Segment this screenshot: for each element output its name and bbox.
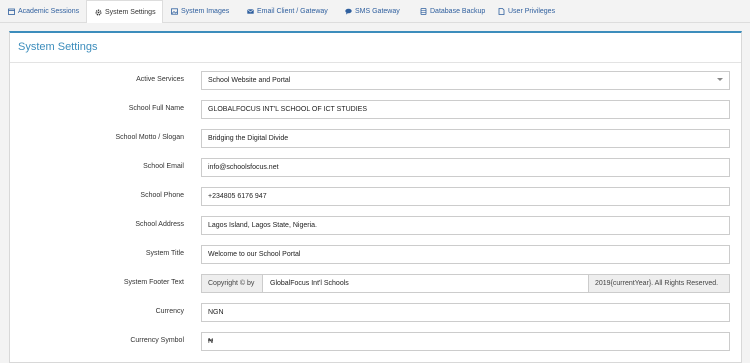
form-row-school-email: School Email info@schoolsfocus.net <box>10 158 741 179</box>
form-row-school-full-name: School Full Name GLOBALFOCUS INT'L SCHOO… <box>10 100 741 121</box>
school-motto-input[interactable]: Bridging the Digital Divide <box>201 129 730 148</box>
tab-user-privileges[interactable]: User Privileges <box>490 0 560 22</box>
form-row-school-phone: School Phone +234805 6176 947 <box>10 187 741 208</box>
settings-tab-bar: Academic Sessions System Settings System… <box>0 0 750 23</box>
gear-icon <box>95 9 102 16</box>
form-row-school-motto: School Motto / Slogan Bridging the Digit… <box>10 129 741 150</box>
school-full-name-label: School Full Name <box>128 105 184 112</box>
system-footer-label: System Footer Text <box>123 279 184 286</box>
tab-label: SMS Gateway <box>355 7 400 15</box>
system-title-label: System Title <box>145 250 184 257</box>
form-row-system-title: System Title Welcome to our School Porta… <box>10 245 741 266</box>
form-row-currency-symbol: Currency Symbol ₦ <box>10 332 741 353</box>
tab-database-backup[interactable]: Database Backup <box>412 0 490 22</box>
tab-academic-sessions[interactable]: Academic Sessions <box>0 0 86 22</box>
footer-text-input[interactable]: GlobalFocus Int'l Schools <box>263 274 588 293</box>
school-email-input[interactable]: info@schoolsfocus.net <box>201 158 730 177</box>
tab-sms-gateway[interactable]: SMS Gateway <box>337 0 412 22</box>
currency-input[interactable]: NGN <box>201 303 730 322</box>
school-motto-label: School Motto / Slogan <box>115 134 185 141</box>
form-row-school-address: School Address Lagos Island, Lagos State… <box>10 216 741 237</box>
school-phone-input[interactable]: +234805 6176 947 <box>201 187 730 206</box>
chevron-down-icon <box>717 78 723 81</box>
database-icon <box>420 7 427 15</box>
tab-label: User Privileges <box>508 7 556 15</box>
currency-symbol-input[interactable]: ₦ <box>201 332 730 351</box>
form-row-active-services: Active Services School Website and Porta… <box>10 71 741 92</box>
chat-icon <box>345 8 352 15</box>
calendar-icon <box>8 8 15 15</box>
system-settings-panel: System Settings Active Services School W… <box>9 31 742 363</box>
active-services-select[interactable]: School Website and Portal <box>201 71 730 90</box>
panel-title: System Settings <box>18 41 98 53</box>
envelope-icon <box>247 8 254 15</box>
tab-label: System Images <box>181 7 230 15</box>
image-icon <box>171 7 178 15</box>
system-title-input[interactable]: Welcome to our School Portal <box>201 245 730 264</box>
footer-suffix-addon: 2019{currentYear}. All Rights Reserved. <box>588 274 730 293</box>
active-services-value: School Website and Portal <box>208 77 291 84</box>
tab-label: Academic Sessions <box>18 7 80 15</box>
file-icon <box>498 7 505 15</box>
panel-divider <box>10 62 741 63</box>
tab-system-settings[interactable]: System Settings <box>86 0 163 23</box>
currency-symbol-label: Currency Symbol <box>130 337 184 344</box>
tab-system-images[interactable]: System Images <box>163 0 239 22</box>
form-row-system-footer: System Footer Text Copyright © by Global… <box>10 274 741 295</box>
tab-label: Email Client / Gateway <box>257 7 328 15</box>
school-full-name-input[interactable]: GLOBALFOCUS INT'L SCHOOL OF ICT STUDIES <box>201 100 730 119</box>
school-address-label: School Address <box>135 221 184 228</box>
footer-prefix-addon: Copyright © by <box>201 274 263 293</box>
tab-email-gateway[interactable]: Email Client / Gateway <box>239 0 337 22</box>
school-address-input[interactable]: Lagos Island, Lagos State, Nigeria. <box>201 216 730 235</box>
currency-label: Currency <box>155 308 184 315</box>
form-row-currency: Currency NGN <box>10 303 741 324</box>
school-phone-label: School Phone <box>140 192 184 199</box>
active-services-label: Active Services <box>136 76 184 83</box>
school-email-label: School Email <box>143 163 184 170</box>
tab-label: Database Backup <box>430 7 486 15</box>
tab-label: System Settings <box>105 8 156 16</box>
